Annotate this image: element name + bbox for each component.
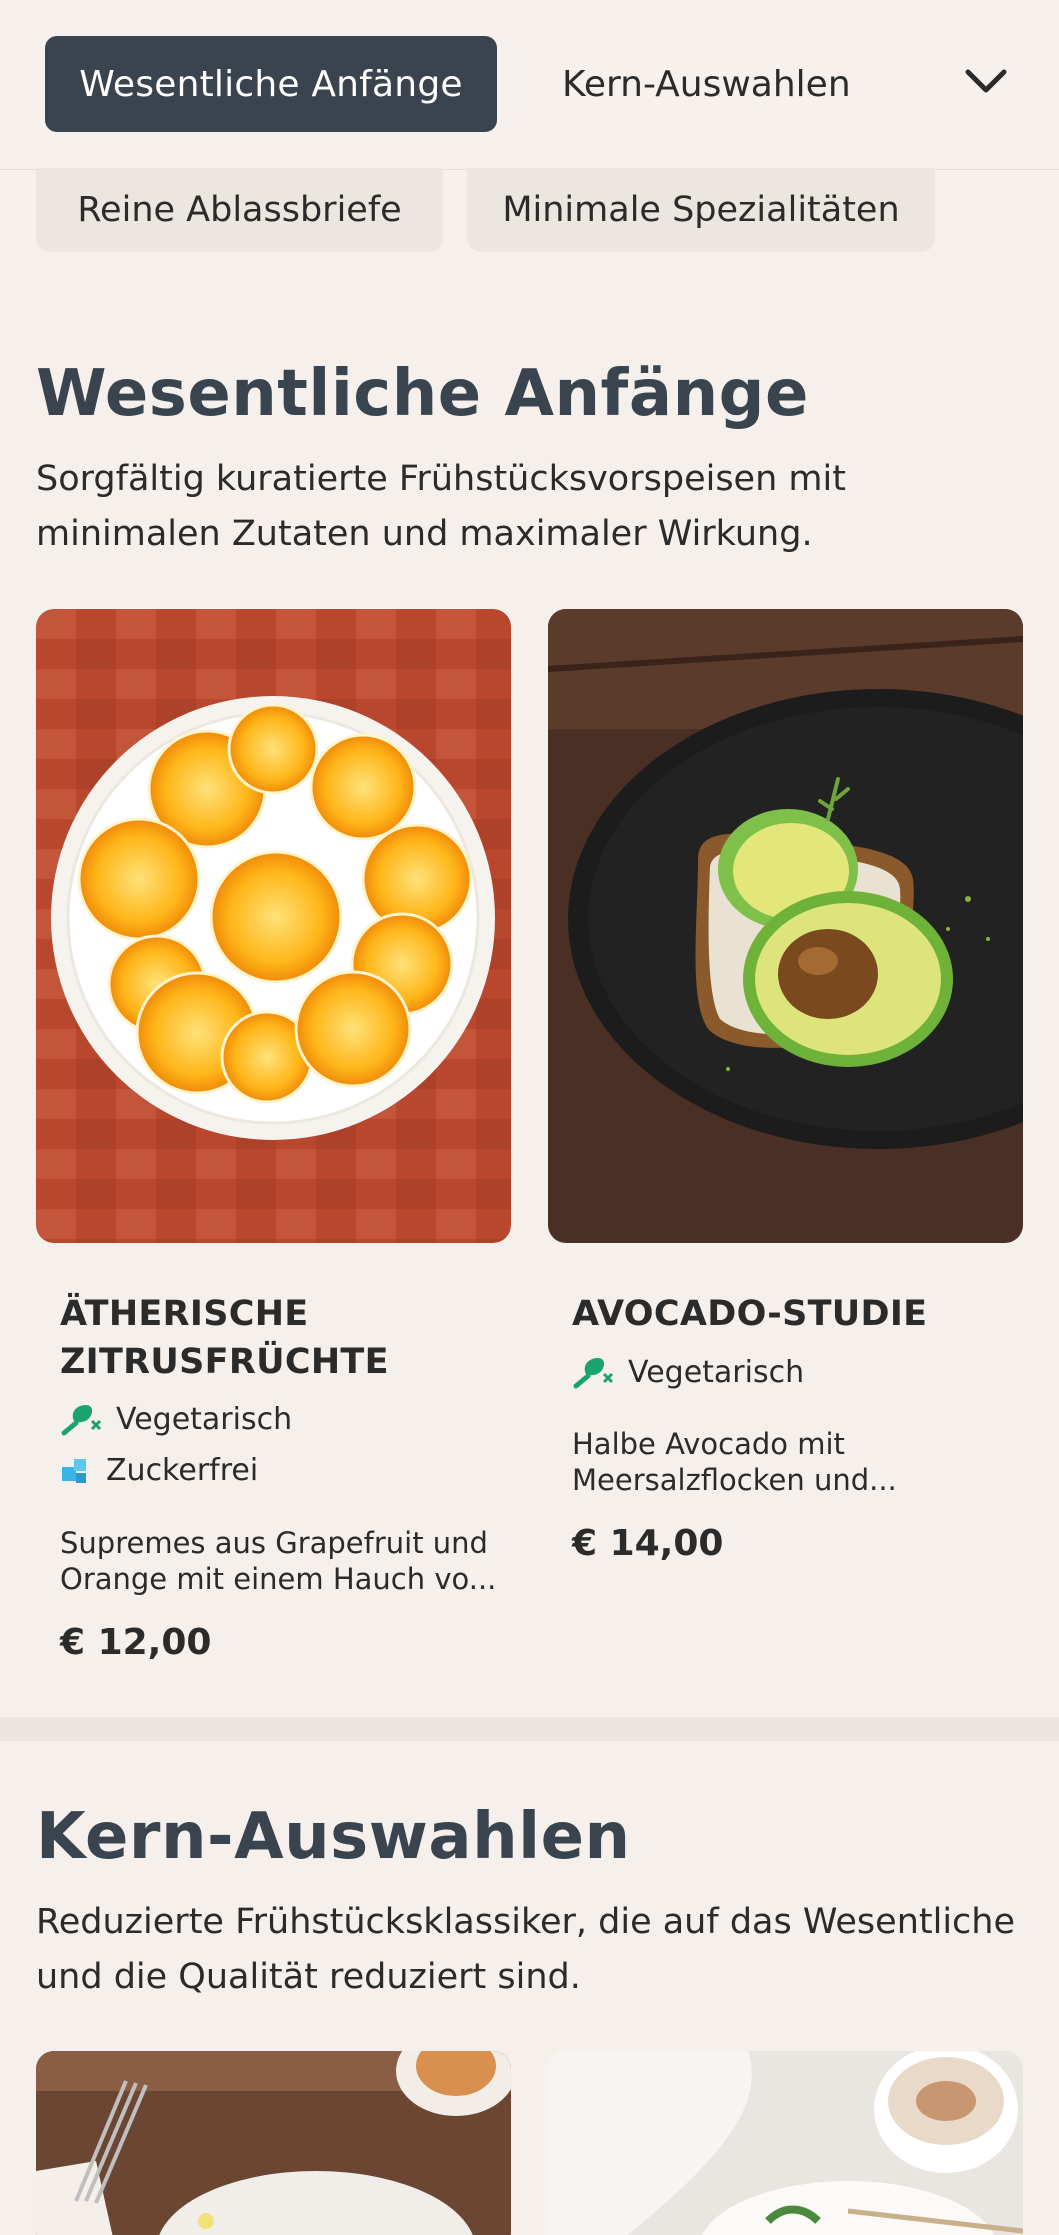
avocado-image[interactable] xyxy=(548,609,1023,1243)
tag-sugar-free: Zuckerfrei xyxy=(60,1453,258,1488)
section-description: Sorgfältig kuratierte Frühstücksvorspeis… xyxy=(36,459,846,554)
item-price: € 14,00 xyxy=(572,1523,724,1564)
citrus-image[interactable] xyxy=(36,609,511,1243)
section-divider xyxy=(0,1717,1059,1741)
tag-vegetarian: Vegetarisch xyxy=(60,1401,292,1437)
item-description: Halbe Avocado mit Meersalzflocken und... xyxy=(572,1427,897,1497)
citrus-plate-illustration xyxy=(36,609,511,1243)
chevron-down-icon[interactable] xyxy=(960,62,1012,102)
breakfast-bowl-illustration xyxy=(36,2051,511,2235)
item-description: Supremes aus Grapefruit und Orange mit e… xyxy=(60,1526,497,1596)
tag-label: Vegetarisch xyxy=(116,1401,293,1437)
tag-label: Vegetarisch xyxy=(628,1354,805,1390)
tab-minimale-spezialitaeten[interactable]: Minimale Spezialitäten xyxy=(467,168,935,252)
avocado-toast-illustration xyxy=(548,609,1023,1243)
vegetarian-icon xyxy=(573,1358,614,1389)
item-title[interactable]: ÄTHERISCHE ZITRUSFRÜCHTE xyxy=(60,1290,490,1386)
section-description: Reduzierte Frühstücksklassiker, die auf … xyxy=(36,1902,1016,1997)
tab-wesentliche-anfaenge[interactable]: Wesentliche Anfänge xyxy=(45,36,497,132)
sugar-free-icon xyxy=(62,1458,86,1483)
item-price: € 12,00 xyxy=(60,1622,212,1663)
item-title[interactable]: AVOCADO-STUDIE xyxy=(572,1290,1002,1338)
subcategory-nav: Reine Ablassbriefe Minimale Spezialitäte… xyxy=(0,168,1059,252)
dish-image[interactable] xyxy=(548,2051,1023,2235)
section-title: Wesentliche Anfänge xyxy=(36,357,809,431)
dish-image[interactable] xyxy=(36,2051,511,2235)
breakfast-coffee-illustration xyxy=(548,2051,1023,2235)
tab-reine-ablassbriefe[interactable]: Reine Ablassbriefe xyxy=(36,168,443,252)
tab-kern-auswahlen[interactable]: Kern-Auswahlen xyxy=(562,36,851,132)
category-nav: Wesentliche Anfänge Kern-Auswahlen xyxy=(0,0,1059,170)
vegetarian-icon xyxy=(61,1405,102,1436)
tag-label: Zuckerfrei xyxy=(106,1453,259,1488)
tag-vegetarian: Vegetarisch xyxy=(572,1354,804,1390)
section-title: Kern-Auswahlen xyxy=(36,1800,631,1874)
